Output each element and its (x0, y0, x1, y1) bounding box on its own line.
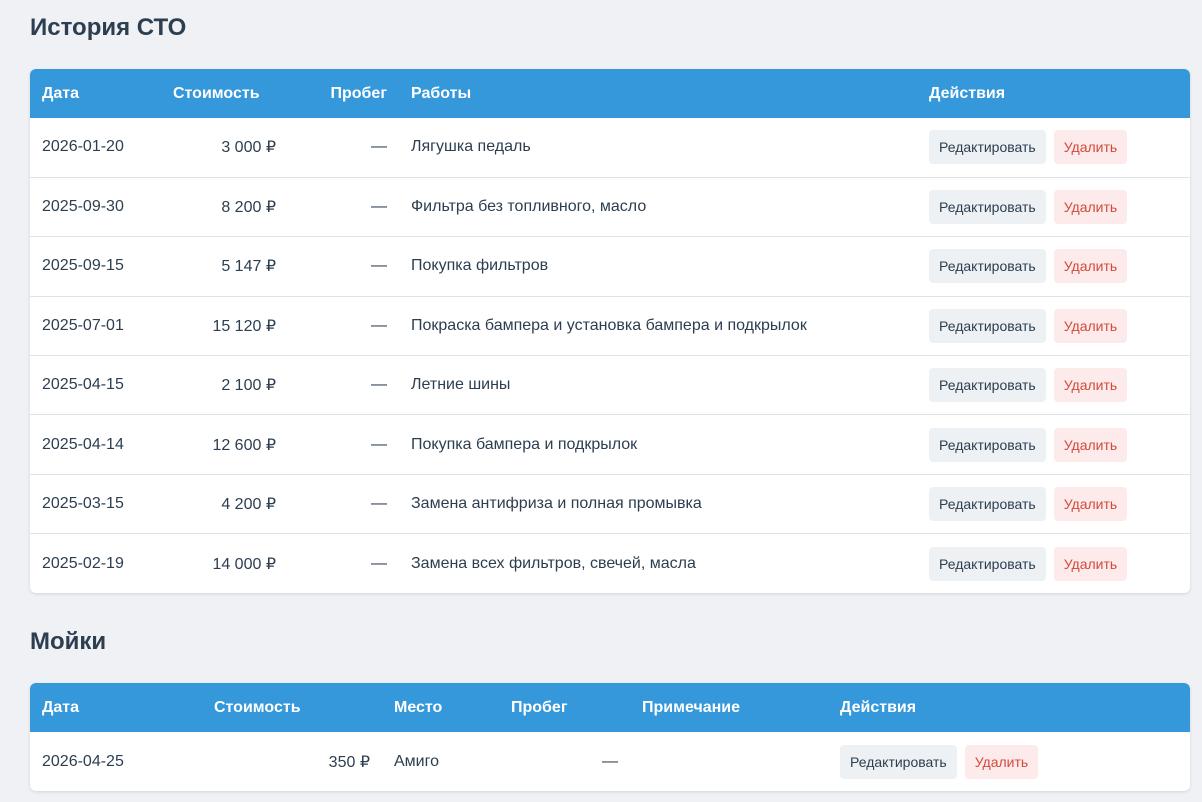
delete-button[interactable]: Удалить (1053, 308, 1128, 343)
sto-history-table: Дата Стоимость Пробег Работы Действия 20… (30, 69, 1190, 594)
column-header-works: Работы (411, 84, 472, 102)
works-cell: Покупка фильтров (399, 236, 917, 297)
date-cell: 2026-01-20 (42, 138, 124, 156)
note-cell (630, 732, 828, 791)
mileage-cell: — (288, 236, 399, 297)
column-header-date: Дата (42, 84, 80, 102)
column-header-mileage: Пробег (330, 84, 388, 102)
row-actions: Редактировать Удалить (917, 118, 1190, 177)
table-row: 2025-07-01 15 120 ₽ — Покраска бампера и ус… (30, 295, 1190, 356)
edit-button[interactable]: Редактировать (929, 368, 1046, 403)
row-actions: Редактировать Удалить (917, 355, 1190, 415)
wash-section-title: Мойки (30, 628, 107, 655)
delete-button[interactable]: Удалить (1053, 130, 1128, 165)
table-row: 2025-04-14 12 600 ₽ — Покупка бампера и под… (30, 414, 1190, 475)
cost-cell: 12 600 ₽ (161, 414, 288, 475)
works-cell: Замена всех фильтров, свечей, масла (399, 533, 917, 594)
mileage-cell: — (602, 752, 618, 770)
date-cell: 2025-09-15 (30, 236, 161, 297)
edit-button[interactable]: Редактировать (929, 546, 1046, 581)
row-actions: Редактировать Удалить (917, 236, 1190, 297)
works-cell: Лягушка педаль (411, 138, 531, 156)
sto-history-card: Дата Стоимость Пробег Работы Действия 20… (30, 69, 1190, 594)
works-cell: Замена антифриза и полная промывка (399, 473, 917, 534)
mileage-cell: — (288, 414, 399, 475)
row-actions: Редактировать Удалить (917, 533, 1190, 594)
cost-cell: 5 147 ₽ (161, 236, 288, 297)
delete-button[interactable]: Удалить (1053, 190, 1128, 225)
table-row: 2025-03-15 4 200 ₽ — Замена антифриза и пол… (30, 473, 1190, 534)
edit-button[interactable]: Редактировать (929, 308, 1046, 343)
column-header-actions: Действия (929, 84, 1006, 102)
date-cell: 2025-03-15 (30, 473, 161, 534)
wash-table: Дата Стоимость Место Пробег Примечание Д… (30, 683, 1190, 791)
cost-cell: 2 100 ₽ (161, 355, 288, 415)
table-row: 2025-04-15 2 100 ₽ — Летние шины Редактирова… (30, 355, 1190, 415)
row-actions: Редактировать Удалить (917, 295, 1190, 356)
row-actions: Редактировать Удалить (828, 732, 1190, 791)
edit-button[interactable]: Редактировать (929, 249, 1046, 284)
column-header-note: Примечание (642, 698, 741, 716)
cost-cell: 4 200 ₽ (161, 473, 288, 534)
date-cell: 2025-02-19 (30, 533, 161, 594)
column-header-cost: Стоимость (214, 698, 301, 716)
mileage-cell: — (288, 533, 399, 594)
mileage-cell: — (288, 355, 399, 415)
edit-button[interactable]: Редактировать (929, 190, 1046, 225)
column-header-cost: Стоимость (173, 84, 260, 102)
table-row: 2026-01-20 3 000 ₽ — Лягушка педаль Редактир… (30, 118, 1190, 177)
mileage-cell: — (288, 295, 399, 356)
date-cell: 2025-09-30 (30, 176, 161, 237)
edit-button[interactable]: Редактировать (929, 130, 1046, 165)
works-cell: Летние шины (399, 355, 917, 415)
mileage-cell: — (371, 138, 387, 156)
works-cell: Покупка бампера и подкрылок (399, 414, 917, 475)
column-header-actions: Действия (840, 698, 917, 716)
row-actions: Редактировать Удалить (917, 414, 1190, 475)
mileage-cell: — (288, 473, 399, 534)
date-cell: 2026-04-25 (42, 752, 124, 770)
date-cell: 2025-07-01 (30, 295, 161, 356)
cost-cell: 14 000 ₽ (161, 533, 288, 594)
row-actions: Редактировать Удалить (917, 176, 1190, 237)
place-cell: Амиго (394, 752, 439, 770)
column-header-place: Место (394, 698, 443, 716)
cost-cell: 8 200 ₽ (161, 176, 288, 237)
cost-cell: 350 ₽ (328, 753, 370, 771)
column-header-mileage: Пробег (511, 698, 568, 716)
delete-button[interactable]: Удалить (1053, 249, 1128, 284)
cost-cell: 3 000 ₽ (221, 139, 276, 157)
cost-cell: 15 120 ₽ (161, 295, 288, 356)
sto-section-title: История СТО (30, 14, 187, 41)
date-cell: 2025-04-15 (30, 355, 161, 415)
delete-button[interactable]: Удалить (1053, 427, 1128, 462)
page: История СТО Дата Стоимость Пробег Работы… (0, 0, 1202, 802)
delete-button[interactable]: Удалить (964, 744, 1039, 779)
table-header-row: Дата Стоимость Пробег Работы Действия (30, 69, 1190, 118)
mileage-cell: — (288, 176, 399, 237)
column-header-date: Дата (42, 698, 80, 716)
works-cell: Фильтра без топливного, масло (399, 176, 917, 237)
edit-button[interactable]: Редактировать (929, 487, 1046, 522)
table-row: 2025-09-15 5 147 ₽ — Покупка фильтров Редакт… (30, 236, 1190, 297)
row-actions: Редактировать Удалить (917, 473, 1190, 534)
table-row: 2026-04-25 350 ₽ Амиго — Редактировать Удалит… (30, 732, 1190, 791)
edit-button[interactable]: Редактировать (929, 427, 1046, 462)
wash-card: Дата Стоимость Место Пробег Примечание Д… (30, 683, 1190, 791)
table-row: 2025-09-30 8 200 ₽ — Фильтра без топливного… (30, 176, 1190, 237)
table-header-row: Дата Стоимость Место Пробег Примечание Д… (30, 683, 1190, 732)
works-cell: Покраска бампера и установка бампера и п… (399, 295, 917, 356)
delete-button[interactable]: Удалить (1053, 487, 1128, 522)
table-row: 2025-02-19 14 000 ₽ — Замена всех фильтров,… (30, 533, 1190, 594)
edit-button[interactable]: Редактировать (840, 744, 957, 779)
delete-button[interactable]: Удалить (1053, 546, 1128, 581)
delete-button[interactable]: Удалить (1053, 368, 1128, 403)
date-cell: 2025-04-14 (30, 414, 161, 475)
